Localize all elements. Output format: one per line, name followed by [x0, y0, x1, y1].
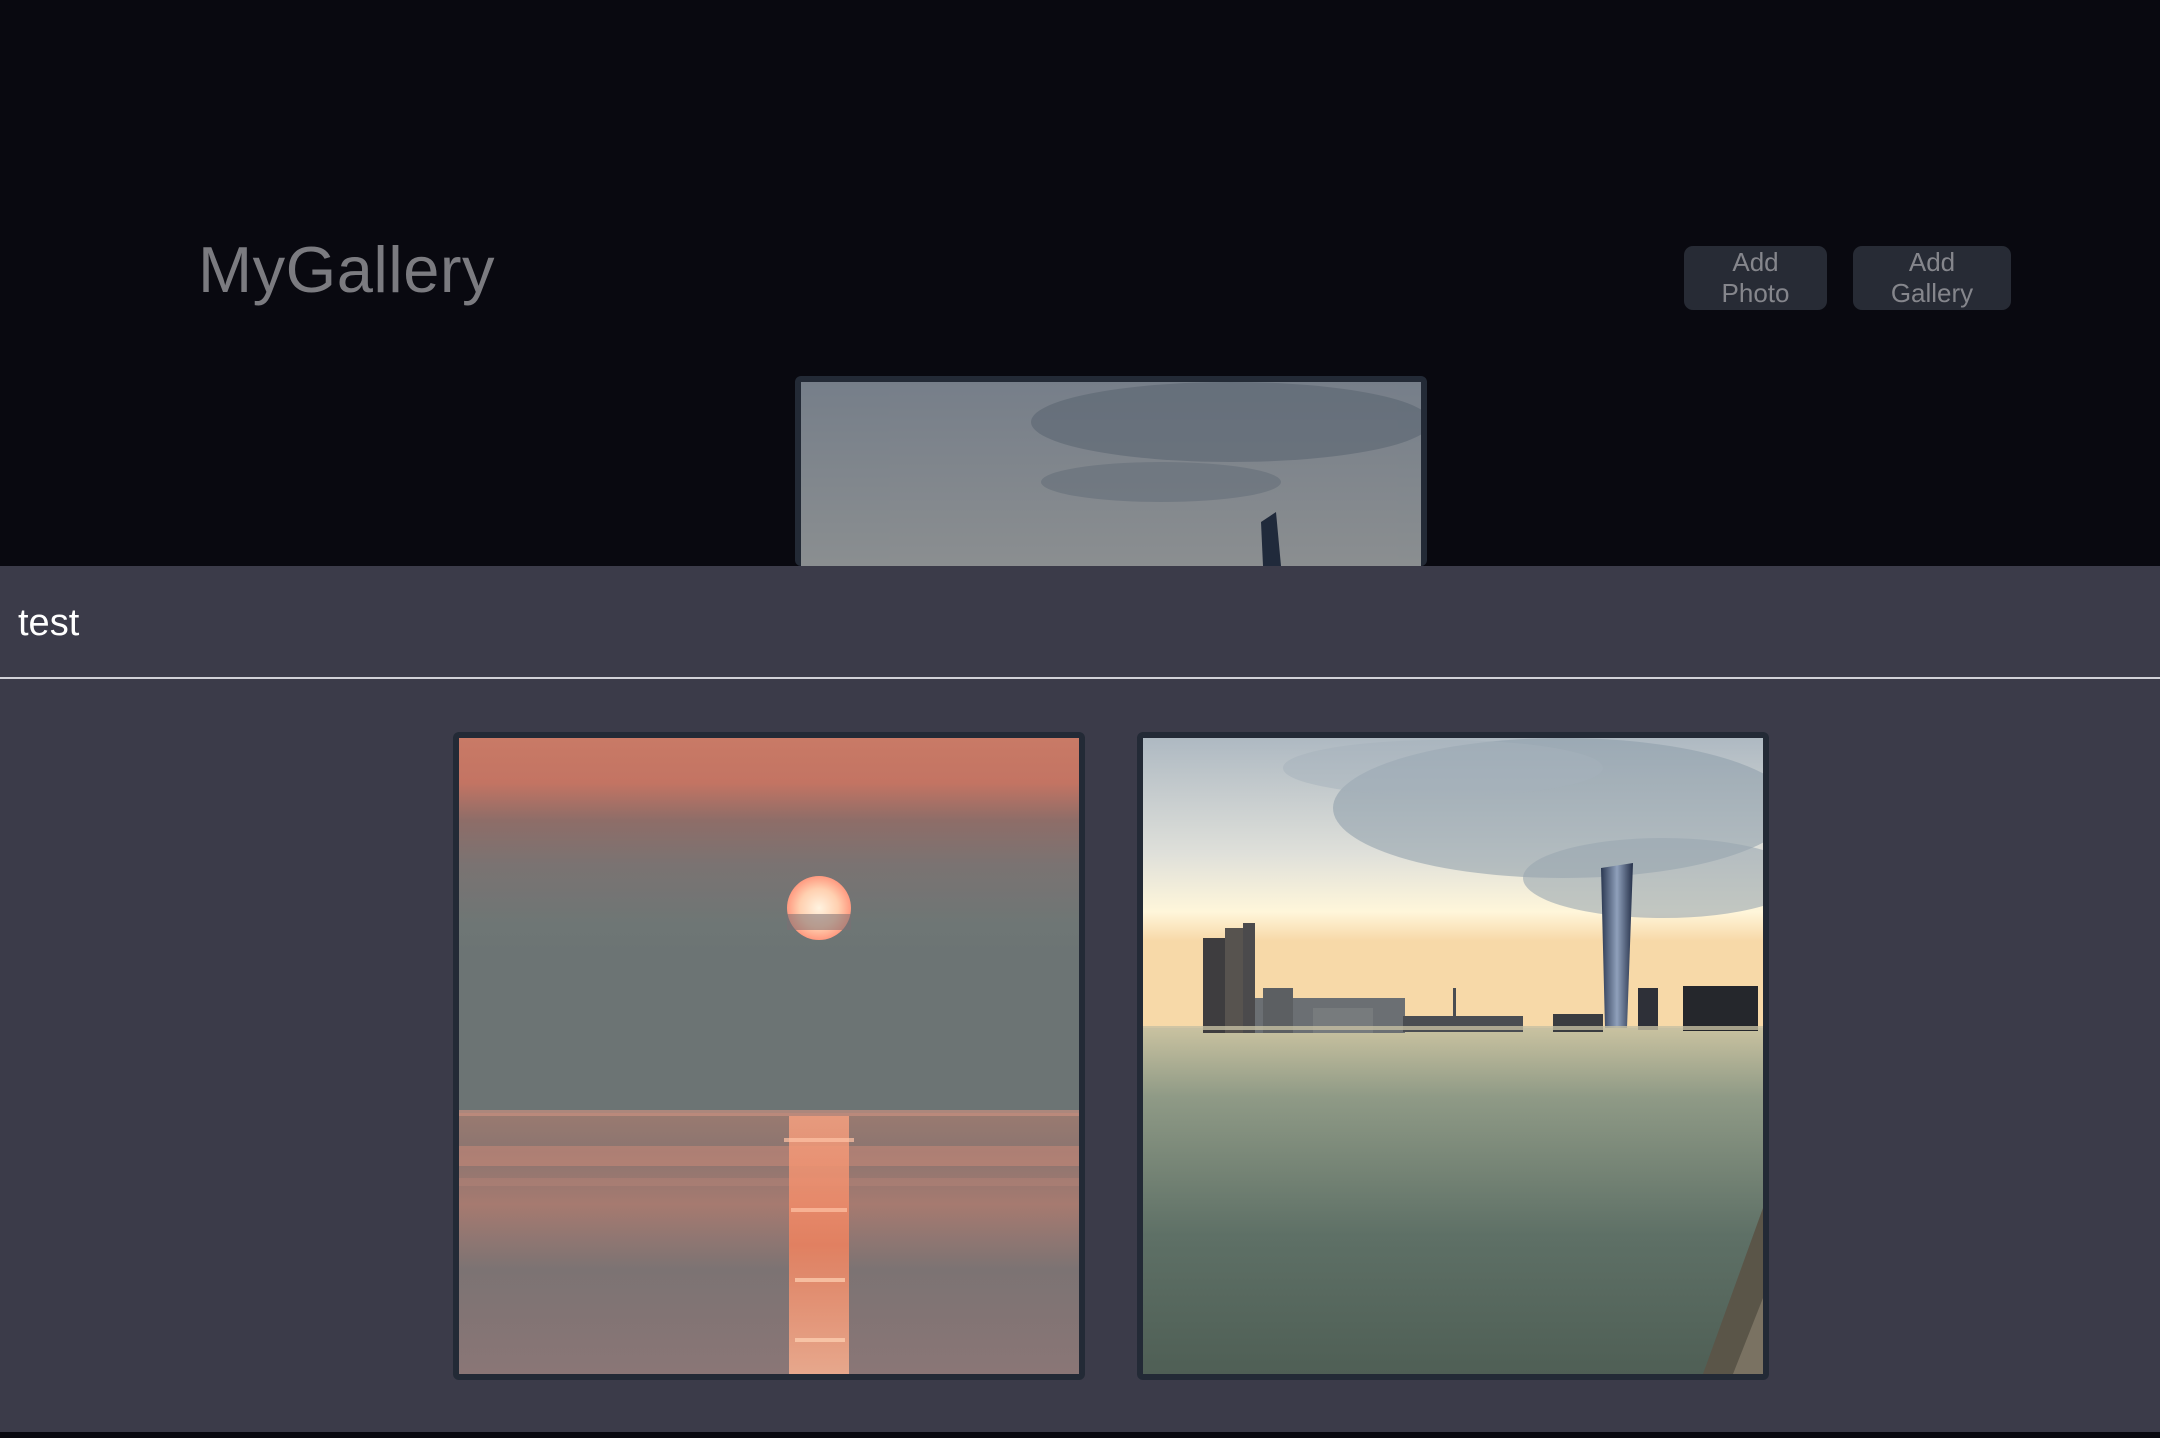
photo-sunset [459, 738, 1079, 1374]
title-divider [0, 677, 2160, 679]
brand-logo[interactable]: MyGallery [198, 232, 495, 307]
add-gallery-button[interactable]: Add Gallery [1853, 246, 2011, 310]
gallery-title: test [18, 602, 80, 644]
background-photo [801, 382, 1421, 566]
photo-skyline [1143, 738, 1763, 1374]
photo-card-skyline[interactable] [1137, 732, 1769, 1380]
add-photo-button[interactable]: Add Photo [1684, 246, 1827, 310]
page: MyGallery Add Photo Add Gallery test [0, 0, 2160, 1438]
background-photo-card[interactable] [795, 376, 1427, 566]
bottom-bar [0, 1432, 2160, 1438]
gallery-overlay: test [0, 566, 2160, 1432]
photo-card-sunset[interactable] [453, 732, 1085, 1380]
